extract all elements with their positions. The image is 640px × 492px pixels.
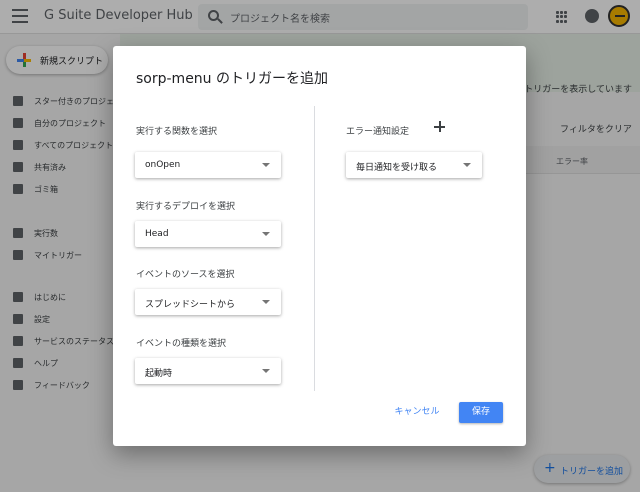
- deployment-select-value: Head: [145, 229, 169, 239]
- save-button[interactable]: 保存: [459, 402, 503, 423]
- error-notification-select[interactable]: 毎日通知を受け取る: [346, 152, 482, 178]
- dropdown-arrow-icon: [262, 369, 270, 373]
- deployment-label: 実行するデプロイを選択: [136, 202, 236, 212]
- function-select-value: onOpen: [145, 160, 181, 170]
- dropdown-arrow-icon: [262, 163, 270, 167]
- event-source-select[interactable]: スプレッドシートから: [135, 289, 281, 315]
- function-label: 実行する関数を選択: [136, 127, 218, 137]
- column-divider: [314, 106, 315, 391]
- event-type-select-value: 起動時: [145, 369, 173, 379]
- event-source-label: イベントのソースを選択: [136, 270, 235, 280]
- dialog-title: sorp-menu のトリガーを追加: [136, 71, 329, 87]
- dropdown-arrow-icon: [463, 163, 471, 167]
- event-source-select-value: スプレッドシートから: [145, 300, 236, 310]
- dropdown-arrow-icon: [262, 232, 270, 236]
- function-select[interactable]: onOpen: [135, 152, 281, 178]
- add-trigger-dialog: sorp-menu のトリガーを追加 実行する関数を選択 onOpen 実行する…: [113, 46, 526, 446]
- deployment-select[interactable]: Head: [135, 221, 281, 247]
- add-notification-icon[interactable]: [434, 121, 446, 133]
- event-type-label: イベントの種類を選択: [136, 339, 227, 349]
- dropdown-arrow-icon: [262, 300, 270, 304]
- error-notification-label: エラー通知設定: [346, 127, 410, 137]
- event-type-select[interactable]: 起動時: [135, 358, 281, 384]
- error-notification-select-value: 毎日通知を受け取る: [356, 163, 438, 173]
- cancel-button[interactable]: キャンセル: [391, 402, 443, 422]
